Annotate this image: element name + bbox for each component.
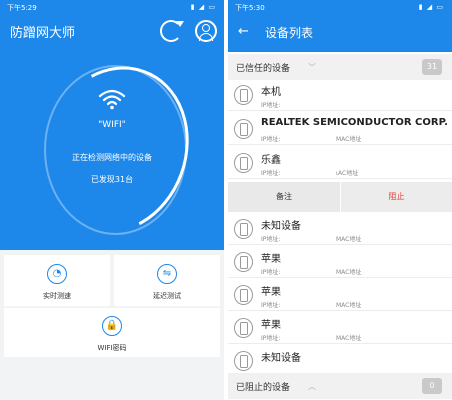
device-mac-label: ιAC地址 — [336, 170, 359, 177]
device-ip-label: IP地址: — [261, 236, 281, 243]
device-name: 未知设备 — [261, 353, 301, 364]
user-icon[interactable] — [195, 20, 217, 42]
device-row[interactable]: 苹果 IP地址: MAC地址 — [228, 280, 452, 311]
device-mac-label: MAC地址 — [336, 236, 362, 243]
device-row[interactable]: 乐鑫 IP地址: ιAC地址 — [228, 148, 452, 179]
status-icons: ▮ ◢ ▭ — [418, 3, 444, 11]
latency-icon: ⇋ — [157, 264, 177, 284]
scan-progress-arc — [19, 45, 212, 255]
wifi-password-label: WIFI密码 — [97, 344, 127, 352]
device-row[interactable]: REALTEK SEMICONDUCTOR CORP. IP地址: MAC地址 — [228, 114, 452, 145]
wifi-ssid-label: "WIFI" — [98, 120, 126, 130]
device-row[interactable]: 苹果 IP地址: MAC地址 — [228, 247, 452, 278]
latency-test-label: 延迟测试 — [153, 292, 181, 300]
trusted-devices-header[interactable]: 已信任的设备 ﹀ 31 — [228, 54, 452, 80]
speed-test-button[interactable]: ◔ 实时测速 — [4, 255, 110, 306]
device-ip-label: IP地址: — [261, 136, 281, 143]
device-row[interactable]: 本机 IP地址: — [228, 80, 452, 111]
speed-test-label: 实时测速 — [43, 292, 71, 300]
device-ip-label: IP地址: — [261, 302, 281, 309]
status-bar: 下午5:29 ▮ ◢ ▭ — [0, 0, 224, 14]
phone-icon — [234, 219, 253, 239]
device-row[interactable]: 苹果 IP地址: MAC地址 — [228, 313, 452, 344]
chevron-down-icon: ﹀ — [308, 63, 316, 72]
device-name: 本机 — [261, 87, 281, 98]
refresh-icon[interactable] — [160, 20, 184, 42]
device-list-screen: 下午5:30 ▮ ◢ ▭ ← 设备列表 已信任的设备 ﹀ 31 本机 IP地址:… — [228, 0, 452, 400]
app-title: 防蹭网大师 — [10, 26, 76, 41]
found-count-text: 已发现31台 — [90, 175, 134, 184]
device-mac-label: MAC地址 — [336, 136, 362, 143]
device-name: 乐鑫 — [261, 155, 281, 166]
phone-icon — [234, 119, 253, 139]
device-row[interactable]: 未知设备 IP地址: MAC地址 — [228, 214, 452, 245]
header-bar: 下午5:30 ▮ ◢ ▭ ← 设备列表 — [228, 0, 452, 52]
blocked-count-badge: 0 — [422, 378, 442, 394]
device-name: 苹果 — [261, 254, 281, 265]
blocked-devices-title: 已阻止的设备 — [236, 383, 291, 393]
home-screen: 下午5:29 ▮ ◢ ▭ 防蹭网大师 "WIFI" 正在检测网络中的设备 已发现… — [0, 0, 224, 400]
latency-test-button[interactable]: ⇋ 延迟测试 — [114, 255, 220, 306]
lock-icon: 🔒 — [102, 316, 122, 336]
trusted-count-badge: 31 — [422, 59, 442, 75]
trusted-devices-title: 已信任的设备 — [236, 64, 291, 74]
header-panel: 下午5:29 ▮ ◢ ▭ 防蹭网大师 "WIFI" 正在检测网络中的设备 已发现… — [0, 0, 224, 255]
page-title: 设备列表 — [265, 26, 314, 40]
phone-icon — [234, 252, 253, 272]
device-mac-label: MAC地址 — [336, 269, 362, 276]
device-ip-label: IP地址: — [261, 269, 281, 276]
device-ip-label: IP地址: — [261, 335, 281, 342]
device-ip-label: IP地址: — [261, 170, 281, 177]
device-mac-label: MAC地址 — [336, 335, 362, 342]
status-icons: ▮ ◢ ▭ — [190, 3, 216, 11]
phone-icon — [234, 153, 253, 173]
speedometer-icon: ◔ — [47, 264, 67, 284]
phone-icon — [234, 351, 253, 371]
chevron-up-icon: ︿ — [308, 382, 316, 391]
wifi-icon — [98, 89, 126, 110]
phone-icon — [234, 85, 253, 105]
blocked-devices-header[interactable]: 已阻止的设备 ︿ 0 — [228, 373, 452, 399]
phone-icon — [234, 318, 253, 338]
device-name: 苹果 — [261, 320, 281, 331]
device-action-bar: 备注 阻止 — [228, 182, 452, 212]
status-time: 下午5:29 — [7, 4, 37, 12]
status-time: 下午5:30 — [235, 4, 265, 12]
device-name: 未知设备 — [261, 221, 301, 232]
note-button[interactable]: 备注 — [228, 182, 340, 212]
device-name: 苹果 — [261, 287, 281, 298]
back-arrow-icon[interactable]: ← — [238, 24, 249, 39]
status-bar: 下午5:30 ▮ ◢ ▭ — [228, 0, 452, 14]
device-mac-label: MAC地址 — [336, 302, 362, 309]
scan-status-text: 正在检测网络中的设备 — [72, 153, 152, 162]
phone-icon — [234, 285, 253, 305]
block-button[interactable]: 阻止 — [341, 182, 452, 212]
device-ip-label: IP地址: — [261, 102, 281, 109]
device-name: REALTEK SEMICONDUCTOR CORP. — [261, 117, 448, 128]
wifi-password-button[interactable]: 🔒 WIFI密码 — [4, 308, 220, 357]
